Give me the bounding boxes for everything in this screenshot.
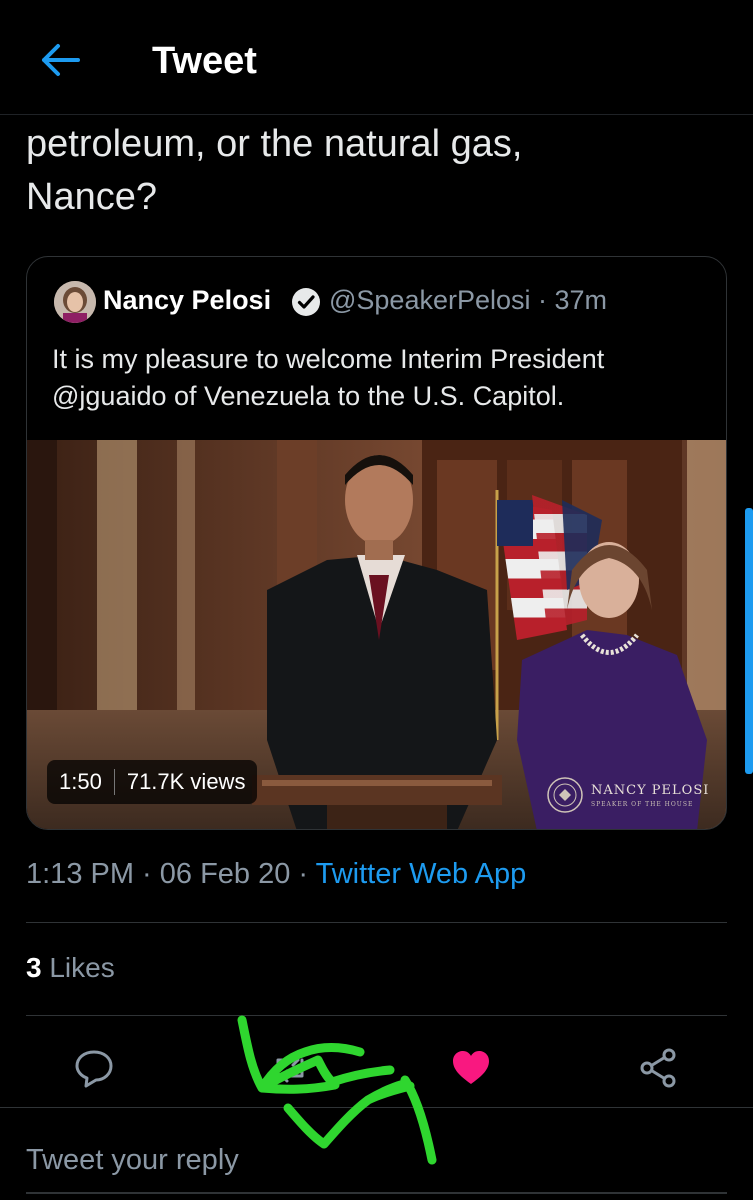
video-info-badge: 1:50 71.7K views bbox=[47, 760, 258, 804]
watermark-sublabel: SPEAKER OF THE HOUSE bbox=[591, 801, 694, 808]
retweet-icon[interactable] bbox=[268, 1046, 312, 1090]
heart-icon[interactable] bbox=[449, 1046, 493, 1090]
likes-label: Likes bbox=[41, 952, 115, 983]
divider bbox=[26, 1015, 727, 1016]
tweet-source-link[interactable]: Twitter Web App bbox=[316, 858, 527, 890]
avatar bbox=[54, 281, 96, 323]
scrollbar-thumb[interactable] bbox=[745, 508, 753, 774]
likes-summary[interactable]: 3 Likes bbox=[26, 952, 115, 984]
verified-badge-icon bbox=[292, 288, 320, 316]
badge-divider bbox=[113, 769, 115, 795]
quoted-author-handle: @SpeakerPelosi · 37m bbox=[329, 285, 608, 315]
tweet-metadata: 1:13 PM · 06 Feb 20 · Twitter Web App bbox=[26, 858, 526, 891]
video-duration: 1:50 bbox=[59, 769, 102, 794]
quoted-tweet-text: It is my pleasure to welcome Interim Pre… bbox=[52, 344, 605, 411]
arrow-left-icon[interactable] bbox=[38, 40, 82, 80]
video-views: 71.7K views bbox=[126, 769, 246, 794]
top-app-bar: Tweet bbox=[0, 0, 753, 115]
divider bbox=[26, 922, 727, 923]
comment-icon[interactable] bbox=[72, 1046, 116, 1090]
tweet-timestamp: 1:13 PM · 06 Feb 20 · bbox=[26, 858, 316, 890]
video-watermark: NANCY PELOSI SPEAKER OF THE HOUSE bbox=[545, 775, 715, 815]
likes-count: 3 bbox=[26, 952, 42, 983]
video-player[interactable]: 1:50 71.7K views NANCY PELOSI SPEAKER OF… bbox=[27, 440, 726, 829]
quoted-author-name: Nancy Pelosi bbox=[103, 285, 272, 315]
share-icon[interactable] bbox=[637, 1046, 681, 1090]
tweet-text: petroleum, or the natural gas, Nance? bbox=[26, 123, 523, 218]
reply-input[interactable] bbox=[26, 1140, 676, 1180]
page-title: Tweet bbox=[152, 40, 257, 82]
reply-underline bbox=[26, 1192, 727, 1194]
watermark-label: NANCY PELOSI bbox=[591, 783, 710, 798]
quoted-tweet-card[interactable]: Nancy Pelosi @SpeakerPelosi · 37m It is … bbox=[26, 256, 727, 830]
seal-icon bbox=[547, 777, 583, 813]
